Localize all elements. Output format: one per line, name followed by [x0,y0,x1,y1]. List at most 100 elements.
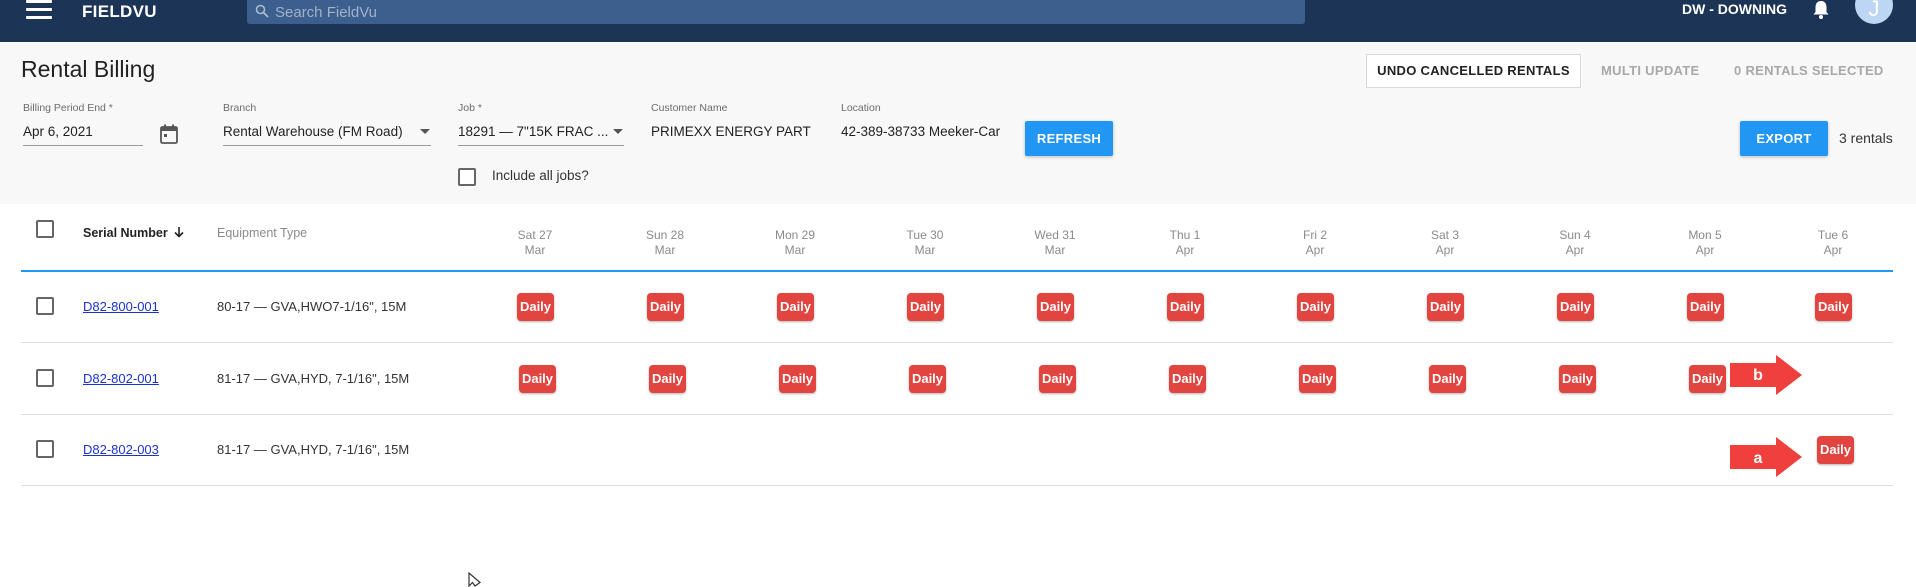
search-input[interactable] [275,0,1295,24]
sort-arrow-down-icon[interactable] [173,226,185,238]
day-header-weekday: Sun 4 [1559,228,1591,242]
rentals-selected-label: 0 RENTALS SELECTED [1734,63,1884,78]
equipment-type-cell: 81-17 — GVA,HYD, 7-1/16", 15M [217,441,410,457]
daily-rental-badge[interactable]: Daily [1815,292,1852,321]
daily-rental-badge[interactable]: Daily [777,292,814,321]
refresh-button[interactable]: REFRESH [1025,121,1113,156]
daily-rental-badge[interactable]: Daily [1167,292,1204,321]
day-column-header: Thu 1 Apr [1145,228,1225,258]
select-all-checkbox[interactable] [36,220,54,238]
day-column-header: Sat 27 Mar [495,228,575,258]
row-divider [21,414,1893,415]
customer-name-field[interactable]: PRIMEXX ENERGY PARTN [651,124,811,139]
day-header-weekday: Sat 3 [1430,228,1460,242]
row-checkbox[interactable] [36,439,54,458]
day-header-month: Mar [914,243,936,257]
daily-rental-badge[interactable]: Daily [907,292,944,321]
equipment-type-cell: 81-17 — GVA,HYD, 7-1/16", 15M [217,370,410,386]
day-column-header: Mon 29 Mar [755,228,835,258]
serial-number-header-label: Serial Number [83,226,168,240]
location-field[interactable]: 42-389-38733 Meeker-Car [841,124,1001,139]
include-all-jobs-label: Include all jobs? [492,168,589,183]
annotation-arrow-b: b [1730,355,1802,395]
calendar-icon[interactable] [160,124,178,144]
billing-period-label: Billing Period End * [23,102,113,114]
day-header-month: Apr [1305,243,1325,257]
top-app-bar: FIELDVU DW - DOWNING J [0,0,1916,42]
day-header-weekday: Tue 6 [1817,228,1849,242]
row-divider [21,485,1893,486]
billing-period-underline [23,145,143,146]
daily-rental-badge[interactable]: Daily [1297,292,1334,321]
chevron-down-icon[interactable] [420,129,430,134]
annotation-arrow-b-label: b [1753,367,1763,384]
serial-number-link[interactable]: D82-802-003 [83,442,159,457]
day-header-month: Apr [1175,243,1195,257]
day-header-weekday: Mon 29 [774,228,816,242]
day-header-weekday: Sat 27 [517,228,553,242]
serial-number-link[interactable]: D82-802-001 [83,371,159,386]
day-column-header: Tue 30 Mar [885,228,965,258]
day-column-header: Wed 31 Mar [1015,228,1095,258]
serial-number-link[interactable]: D82-800-001 [83,299,159,314]
avatar[interactable]: J [1855,0,1893,24]
day-column-header: Sun 28 Mar [625,228,705,258]
daily-rental-badge[interactable]: Daily [519,364,556,393]
day-header-weekday: Fri 2 [1303,228,1327,242]
daily-rental-badge[interactable]: Daily [1039,364,1076,393]
daily-rental-badge[interactable]: Daily [517,292,554,321]
daily-rental-badge[interactable]: Daily [1817,435,1854,464]
daily-rental-badge[interactable]: Daily [1429,364,1466,393]
chevron-down-icon[interactable] [613,129,623,134]
day-header-weekday: Sun 28 [645,228,685,242]
day-header-month: Apr [1435,243,1455,257]
menu-icon[interactable] [26,0,52,24]
billing-period-field[interactable]: Apr 6, 2021 [23,124,141,139]
daily-rental-badge[interactable]: Daily [647,292,684,321]
day-header-month: Apr [1823,243,1843,257]
job-underline [458,145,624,146]
day-header-month: Apr [1695,243,1715,257]
daily-rental-badge[interactable]: Daily [1557,292,1594,321]
job-label: Job * [458,102,482,114]
user-branch-label[interactable]: DW - DOWNING [1682,1,1787,17]
row-divider [21,342,1893,343]
daily-rental-badge[interactable]: Daily [779,364,816,393]
day-header-weekday: Wed 31 [1034,228,1076,242]
daily-rental-badge[interactable]: Daily [1299,364,1336,393]
day-header-month: Mar [784,243,806,257]
search-bar[interactable] [247,0,1305,24]
include-all-jobs-checkbox[interactable] [458,168,476,186]
rental-count: 3 rentals [1839,130,1893,146]
annotation-arrow-a-label: a [1754,450,1763,467]
daily-rental-badge[interactable]: Daily [1687,292,1724,321]
daily-rental-badge[interactable]: Daily [649,364,686,393]
bell-icon[interactable] [1811,0,1831,20]
row-checkbox[interactable] [36,368,54,387]
day-column-header: Tue 6 Apr [1793,228,1873,258]
serial-number-header[interactable]: Serial Number [83,226,185,240]
branch-label: Branch [223,102,257,114]
job-select[interactable]: 18291 — 7"15K FRAC ... [458,124,608,139]
daily-rental-badge[interactable]: Daily [1037,292,1074,321]
branch-select[interactable]: Rental Warehouse (FM Road) [223,124,413,139]
multi-update-button[interactable]: MULTI UPDATE [1601,54,1699,88]
page-title: Rental Billing [21,56,156,82]
header-divider [21,270,1893,272]
row-checkbox[interactable] [36,296,54,315]
customer-name-label: Customer Name [651,102,728,114]
daily-rental-badge[interactable]: Daily [909,364,946,393]
undo-cancelled-rentals-button[interactable]: UNDO CANCELLED RENTALS [1366,54,1581,88]
daily-rental-badge[interactable]: Daily [1689,364,1726,393]
day-header-month: Mar [654,243,676,257]
equipment-type-header[interactable]: Equipment Type [217,226,307,240]
daily-rental-badge[interactable]: Daily [1559,364,1596,393]
branch-underline [223,145,431,146]
daily-rental-badge[interactable]: Daily [1427,292,1464,321]
day-header-month: Apr [1565,243,1585,257]
export-button[interactable]: EXPORT [1740,121,1828,156]
brand-logo[interactable]: FIELDVU [82,2,157,22]
daily-rental-badge[interactable]: Daily [1169,364,1206,393]
day-column-header: Sat 3 Apr [1405,228,1485,258]
annotation-arrow-a: a [1730,437,1802,477]
